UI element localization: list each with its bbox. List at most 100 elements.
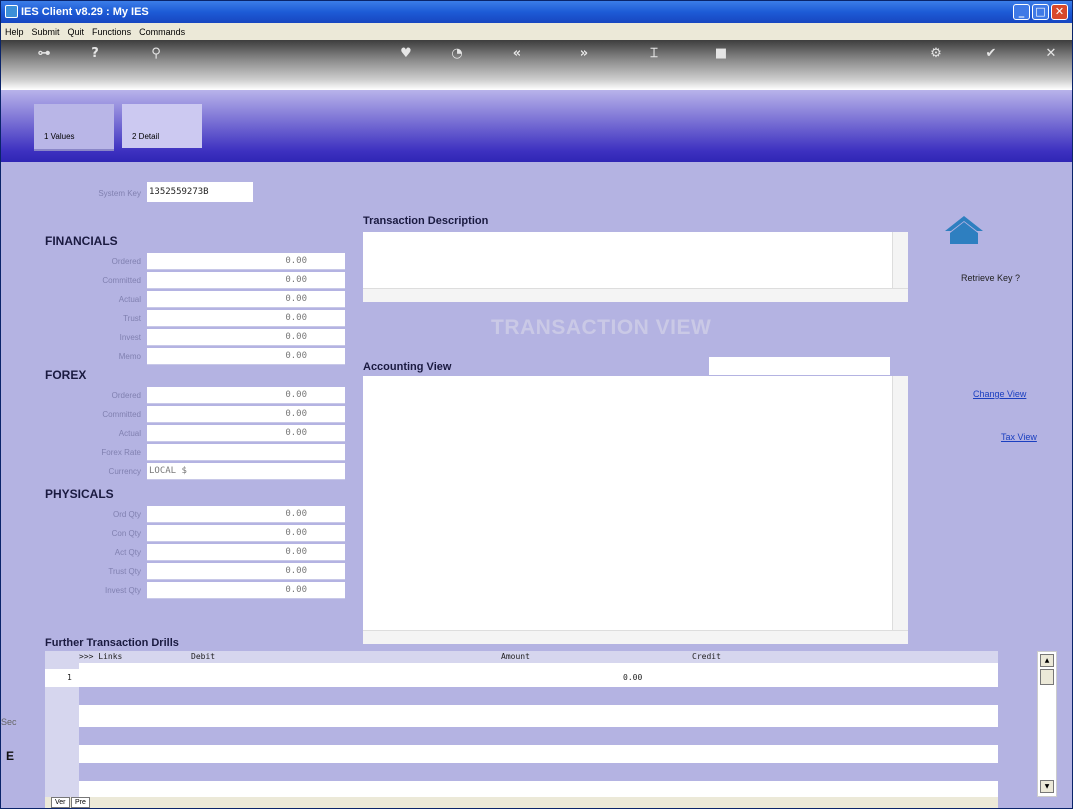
menu-bar: Help Submit Quit Functions Commands (1, 23, 1072, 40)
table-row[interactable] (79, 745, 998, 763)
grid-header: >>> Links Debit Amount Credit (45, 651, 998, 663)
search-icon[interactable]: ⚲ (146, 45, 166, 63)
home-icon[interactable] (943, 214, 985, 246)
scroll-thumb[interactable] (1040, 669, 1054, 685)
tab-detail-label: 2 Detail (132, 132, 160, 141)
side-sec-label: Sec (1, 717, 17, 727)
system-key-field[interactable]: 1352559273B (147, 182, 253, 202)
transaction-description-box[interactable] (363, 232, 908, 302)
scroll-up-icon[interactable]: ▲ (1040, 654, 1054, 667)
bottom-tab-pre[interactable]: Pre (71, 797, 90, 808)
table-row[interactable] (79, 707, 998, 725)
minimize-button[interactable]: _ (1013, 4, 1030, 20)
menu-submit[interactable]: Submit (32, 27, 60, 37)
drills-grid: >>> Links Debit Amount Credit 1 0.00 (45, 651, 998, 797)
col-links[interactable]: >>> Links (79, 652, 122, 661)
forex-committed-label: Committed (102, 410, 141, 419)
row-amount: 0.00 (623, 673, 643, 682)
currency-field[interactable]: LOCAL $ (147, 463, 345, 480)
forex-heading: FOREX (45, 368, 87, 382)
toolbar: ⊶ ? ⚲ ♥ ◔ « » ⌶ ■ ⚙ ✔ ✕ (1, 40, 1072, 90)
physicals-act-qty-field[interactable]: 0.00 (147, 544, 345, 561)
physicals-ord-qty-field[interactable]: 0.00 (147, 506, 345, 523)
forex-committed-field[interactable]: 0.00 (147, 406, 345, 423)
physicals-invest-qty-label: Invest Qty (104, 586, 141, 595)
side-e-label: E (6, 749, 15, 763)
retrieve-key-label[interactable]: Retrieve Key ? (961, 273, 1020, 283)
window-title: IES Client v8.29 : My IES (21, 6, 149, 18)
financials-invest-field[interactable]: 0.00 (147, 329, 345, 346)
physicals-heading: PHYSICALS (45, 487, 114, 501)
tax-view-link[interactable]: Tax View (1001, 432, 1037, 442)
mark-icon[interactable]: ⌶ (644, 45, 664, 63)
app-icon (5, 5, 18, 18)
table-row[interactable] (79, 781, 998, 791)
forex-actual-label: Actual (118, 429, 141, 438)
description-vscroll[interactable] (892, 232, 908, 288)
heart-icon[interactable]: ♥ (396, 45, 416, 63)
financials-ordered-label: Ordered (111, 257, 141, 266)
settings-icon[interactable]: ⚙ (926, 45, 946, 63)
accounting-vscroll[interactable] (892, 376, 908, 630)
financials-heading: FINANCIALS (45, 234, 118, 248)
financials-ordered-field[interactable]: 0.00 (147, 253, 345, 270)
tab-detail[interactable]: 2 Detail (122, 104, 202, 148)
financials-memo-field[interactable]: 0.00 (147, 348, 345, 365)
physicals-con-qty-label: Con Qty (111, 529, 141, 538)
menu-help[interactable]: Help (5, 27, 24, 37)
system-key-label: System Key (98, 189, 141, 198)
accounting-hscroll[interactable] (363, 630, 908, 644)
menu-quit[interactable]: Quit (68, 27, 85, 37)
key-icon[interactable]: ⊶ (29, 45, 59, 63)
physicals-trust-qty-label: Trust Qty (108, 567, 141, 576)
tab-values[interactable]: 1 Values (34, 104, 114, 151)
forex-ordered-field[interactable]: 0.00 (147, 387, 345, 404)
financials-actual-label: Actual (118, 295, 141, 304)
bottom-tab-ver[interactable]: Ver (51, 797, 70, 808)
row-number: 1 (67, 673, 72, 682)
title-bar: IES Client v8.29 : My IES _ □ ✕ (1, 1, 1072, 23)
physicals-invest-qty-field[interactable]: 0.00 (147, 582, 345, 599)
forex-actual-field[interactable]: 0.00 (147, 425, 345, 442)
last-record-icon[interactable]: » (574, 45, 594, 63)
accounting-view-field[interactable] (709, 357, 890, 375)
col-amount[interactable]: Amount (501, 652, 530, 661)
description-hscroll[interactable] (363, 288, 908, 302)
col-credit[interactable]: Credit (692, 652, 721, 661)
physicals-act-qty-label: Act Qty (114, 548, 141, 557)
scroll-down-icon[interactable]: ▼ (1040, 780, 1054, 793)
help-icon[interactable]: ? (85, 45, 105, 63)
financials-committed-field[interactable]: 0.00 (147, 272, 345, 289)
first-record-icon[interactable]: « (507, 45, 527, 63)
ok-icon[interactable]: ✔ (981, 45, 1001, 63)
financials-trust-field[interactable]: 0.00 (147, 310, 345, 327)
clock-icon[interactable]: ◔ (447, 45, 467, 63)
grid-vscroll[interactable]: ▲ ▼ (1037, 651, 1057, 797)
col-debit[interactable]: Debit (191, 652, 215, 661)
forex-rate-label: Forex Rate (101, 448, 141, 457)
table-row[interactable] (79, 727, 998, 745)
financials-trust-label: Trust (123, 314, 141, 323)
accounting-view-panel[interactable] (363, 376, 908, 644)
ies-client-window: IES Client v8.29 : My IES _ □ ✕ Help Sub… (0, 0, 1073, 809)
currency-label: Currency (108, 467, 141, 476)
financials-actual-field[interactable]: 0.00 (147, 291, 345, 308)
table-row[interactable]: 1 0.00 (45, 669, 998, 687)
change-view-link[interactable]: Change View (973, 389, 1026, 399)
menu-functions[interactable]: Functions (92, 27, 131, 37)
maximize-button[interactable]: □ (1032, 4, 1049, 20)
close-window-button[interactable]: ✕ (1051, 4, 1068, 20)
menu-commands[interactable]: Commands (139, 27, 185, 37)
physicals-trust-qty-field[interactable]: 0.00 (147, 563, 345, 580)
close-icon[interactable]: ✕ (1041, 45, 1061, 63)
further-drills-heading: Further Transaction Drills (45, 637, 179, 649)
table-row[interactable] (79, 763, 998, 781)
table-row[interactable] (79, 687, 998, 705)
physicals-con-qty-field[interactable]: 0.00 (147, 525, 345, 542)
forex-rate-field[interactable] (147, 444, 345, 461)
transaction-view-watermark: TRANSACTION VIEW (491, 316, 712, 339)
financials-memo-label: Memo (118, 352, 141, 361)
financials-committed-label: Committed (102, 276, 141, 285)
block-icon[interactable]: ■ (711, 45, 731, 63)
tab-values-label: 1 Values (44, 132, 75, 141)
